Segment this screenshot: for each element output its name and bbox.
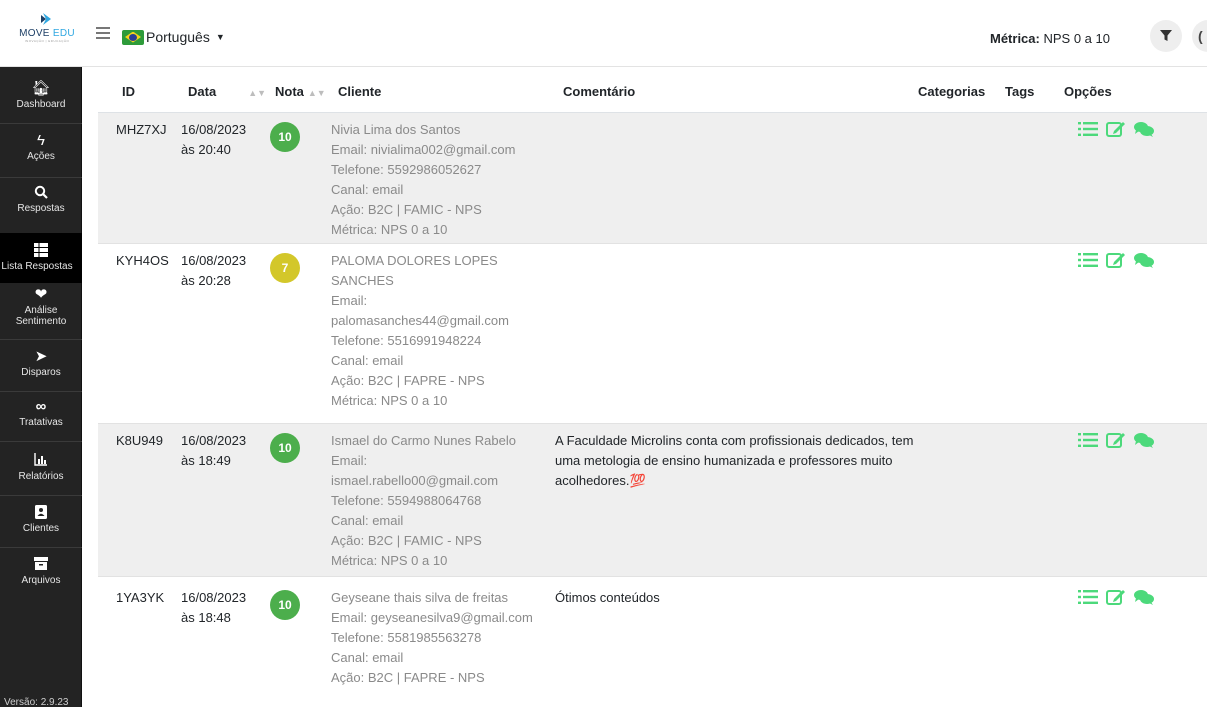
- sidebar: 🏠︎ Dashboard ϟ Ações Respostas Lista Res…: [0, 67, 82, 707]
- row-options: [1078, 121, 1162, 137]
- score-badge: 10: [270, 122, 300, 152]
- sidebar-item-arquivos[interactable]: Arquivos: [0, 557, 82, 586]
- client-details: PALOMA DOLORES LOPES SANCHES Email: palo…: [331, 253, 509, 408]
- sidebar-item-relatorios[interactable]: Relatórios: [0, 453, 82, 482]
- column-header-comment[interactable]: Comentário: [563, 84, 635, 99]
- menu-toggle-icon[interactable]: [96, 27, 110, 39]
- top-bar: MOVE EDU INOVAÇÃO | EDUCAÇÃO Português ▼…: [0, 0, 1207, 67]
- comments-icon[interactable]: [1134, 252, 1154, 268]
- list-details-icon[interactable]: [1078, 589, 1098, 605]
- search-icon: [0, 185, 82, 201]
- sidebar-item-clientes[interactable]: Clientes: [0, 505, 82, 534]
- client-details: Nivia Lima dos Santos Email: nivialima00…: [331, 122, 516, 237]
- response-id: KYH4OS: [116, 253, 169, 268]
- response-comment: A Faculdade Microlins conta com profissi…: [555, 433, 914, 488]
- sidebar-item-disparos[interactable]: ➤ Disparos: [0, 348, 82, 379]
- table-header: ID Data ▲▼ Nota ▲▼ Cliente Comentário Cate…: [98, 67, 1207, 113]
- archive-icon: [0, 557, 82, 573]
- list-details-icon[interactable]: [1078, 432, 1098, 448]
- column-header-client[interactable]: Cliente: [338, 84, 381, 99]
- list-details-icon[interactable]: [1078, 252, 1098, 268]
- filter-icon: [1160, 30, 1172, 41]
- comments-icon[interactable]: [1134, 589, 1154, 605]
- response-id: MHZ7XJ: [116, 122, 167, 137]
- caret-down-icon: ▼: [215, 32, 225, 42]
- score-badge: 10: [270, 433, 300, 463]
- sidebar-item-analise-sentimento[interactable]: ❤︎ Análise Sentimento: [0, 286, 82, 328]
- heart-hand-icon: ❤︎: [34, 286, 48, 303]
- response-id: 1YA3YK: [116, 590, 165, 605]
- sort-icon: ▲▼: [248, 88, 267, 98]
- row-options: [1078, 252, 1162, 268]
- edit-icon[interactable]: [1106, 121, 1126, 137]
- sort-icon: ▲▼: [307, 88, 326, 98]
- response-date: 16/08/2023 às 18:49: [181, 433, 247, 468]
- paper-plane-icon: ➤: [34, 348, 48, 365]
- table-row[interactable]: MHZ7XJ 16/08/2023 às 20:40 10 Nivia Lima …: [98, 113, 1207, 244]
- sidebar-item-acoes[interactable]: ϟ Ações: [0, 132, 82, 163]
- comments-icon[interactable]: [1134, 121, 1154, 137]
- responses-table: ID Data ▲▼ Nota ▲▼ Cliente Comentário Cate…: [98, 67, 1207, 707]
- row-options: [1078, 432, 1162, 448]
- edit-icon[interactable]: [1106, 252, 1126, 268]
- metric-indicator: Métrica: NPS 0 a 10: [990, 31, 1110, 46]
- row-options: [1078, 589, 1162, 605]
- app-version: Versão: 2.9.23: [4, 697, 69, 707]
- sidebar-item-lista-respostas[interactable]: Lista Respostas: [0, 233, 82, 283]
- response-date: 16/08/2023 às 18:48: [181, 590, 247, 625]
- language-label: Português: [146, 29, 210, 45]
- response-date: 16/08/2023 às 20:28: [181, 253, 247, 288]
- filter-button[interactable]: [1150, 20, 1182, 52]
- address-book-icon: [0, 505, 82, 521]
- client-details: Ismael do Carmo Nunes Rabelo Email: isma…: [331, 433, 516, 568]
- bolt-icon: ϟ: [37, 132, 45, 149]
- brazil-flag-icon: [122, 29, 144, 45]
- column-header-categories[interactable]: Categorias: [918, 84, 985, 99]
- list-details-icon[interactable]: [1078, 121, 1098, 137]
- home-icon: 🏠︎: [31, 80, 51, 97]
- logo-mark-icon: [41, 13, 51, 25]
- grid-icon: [0, 243, 82, 259]
- column-header-tags[interactable]: Tags: [1005, 84, 1034, 99]
- sidebar-item-respostas[interactable]: Respostas: [0, 185, 82, 214]
- edit-icon[interactable]: [1106, 589, 1126, 605]
- column-header-score[interactable]: Nota ▲▼: [275, 84, 326, 99]
- bar-chart-icon: [0, 453, 82, 469]
- sidebar-item-tratativas[interactable]: ∞ Tratativas: [0, 398, 82, 429]
- table-row[interactable]: K8U949 16/08/2023 às 18:49 10 Ismael do C…: [98, 424, 1207, 577]
- more-button[interactable]: (: [1192, 20, 1207, 52]
- infinity-icon: ∞: [35, 398, 47, 415]
- table-row[interactable]: 1YA3YK 16/08/2023 às 18:48 10 Geyseane th…: [98, 577, 1207, 707]
- language-selector[interactable]: Português ▼: [122, 29, 225, 45]
- column-header-options[interactable]: Opções: [1064, 84, 1112, 99]
- edit-icon[interactable]: [1106, 432, 1126, 448]
- sidebar-item-dashboard[interactable]: 🏠︎ Dashboard: [0, 80, 82, 111]
- comments-icon[interactable]: [1134, 432, 1154, 448]
- logo[interactable]: MOVE EDU INOVAÇÃO | EDUCAÇÃO: [12, 10, 82, 56]
- column-header-date[interactable]: Data ▲▼: [188, 84, 266, 99]
- client-details: Geyseane thais silva de freitas Email: g…: [331, 590, 533, 685]
- score-badge: 10: [270, 590, 300, 620]
- score-badge: 7: [270, 253, 300, 283]
- response-date: 16/08/2023 às 20:40: [181, 122, 247, 157]
- response-id: K8U949: [116, 433, 163, 448]
- column-header-id[interactable]: ID: [122, 84, 135, 99]
- table-row[interactable]: KYH4OS 16/08/2023 às 20:28 7 PALOMA DOLOR…: [98, 244, 1207, 424]
- response-comment: Ótimos conteúdos: [555, 590, 660, 605]
